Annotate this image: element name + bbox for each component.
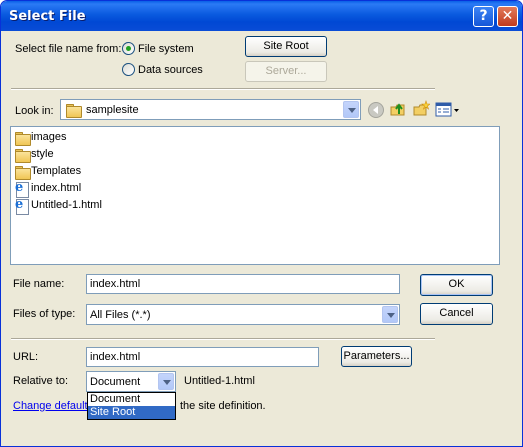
html-file-icon bbox=[14, 197, 30, 215]
url-label: URL: bbox=[13, 351, 39, 363]
select-from-label: Select file name from: bbox=[15, 43, 122, 55]
back-icon[interactable] bbox=[367, 101, 385, 119]
file-name: index.html bbox=[31, 182, 82, 194]
file-name: Templates bbox=[31, 165, 82, 177]
relative-to-dropdown[interactable]: Document bbox=[86, 371, 176, 392]
new-folder-icon[interactable] bbox=[412, 100, 430, 118]
data-sources-label[interactable]: Data sources bbox=[138, 64, 203, 76]
view-menu-icon[interactable] bbox=[435, 101, 461, 119]
parameters-button[interactable]: Parameters... bbox=[341, 346, 412, 367]
file-name-label: File name: bbox=[13, 278, 65, 290]
select-file-dialog: Select File ? ✕ Select file name from: F… bbox=[0, 0, 523, 447]
footer-text: the site definition. bbox=[180, 400, 266, 412]
files-of-type-dropdown[interactable]: All Files (*.*) bbox=[86, 304, 400, 325]
change-default-link[interactable]: Change default bbox=[13, 400, 88, 412]
folder-icon bbox=[14, 165, 31, 180]
separator bbox=[11, 338, 435, 340]
chevron-down-icon[interactable] bbox=[382, 306, 398, 323]
look-in-value: samplesite bbox=[86, 104, 139, 116]
separator bbox=[11, 88, 435, 90]
dialog-title: Select File bbox=[9, 9, 86, 24]
chevron-down-icon[interactable] bbox=[158, 373, 174, 390]
server-button[interactable]: Server... bbox=[245, 61, 327, 82]
document-name: Untitled-1.html bbox=[184, 375, 255, 387]
option-document[interactable]: Document bbox=[88, 393, 175, 406]
ok-button[interactable]: OK bbox=[420, 274, 493, 296]
site-root-button[interactable]: Site Root bbox=[245, 36, 327, 57]
file-system-radio[interactable] bbox=[122, 42, 135, 55]
relative-to-label: Relative to: bbox=[13, 375, 69, 387]
option-site-root[interactable]: Site Root bbox=[88, 406, 175, 419]
title-bar[interactable]: Select File ? ✕ bbox=[1, 1, 522, 31]
folder-icon bbox=[14, 131, 31, 146]
relative-to-options[interactable]: Document Site Root bbox=[87, 392, 176, 420]
file-list[interactable]: images style Templates index.html Untitl… bbox=[10, 126, 500, 265]
chevron-down-icon[interactable] bbox=[343, 101, 359, 118]
cancel-button[interactable]: Cancel bbox=[420, 303, 493, 325]
file-name: images bbox=[31, 131, 67, 143]
look-in-dropdown[interactable]: samplesite bbox=[60, 99, 361, 120]
up-folder-icon[interactable] bbox=[389, 100, 407, 118]
file-system-label[interactable]: File system bbox=[138, 43, 194, 55]
file-name-input[interactable]: index.html bbox=[86, 274, 400, 294]
files-of-type-value: All Files (*.*) bbox=[90, 309, 151, 321]
file-name: Untitled-1.html bbox=[31, 199, 102, 211]
files-of-type-label: Files of type: bbox=[13, 308, 76, 320]
look-in-label: Look in: bbox=[15, 105, 54, 117]
folder-icon bbox=[65, 103, 82, 118]
help-button[interactable]: ? bbox=[473, 6, 494, 27]
folder-icon bbox=[14, 148, 31, 163]
relative-to-value: Document bbox=[90, 376, 141, 388]
file-name: style bbox=[31, 148, 54, 160]
html-file-icon bbox=[14, 180, 30, 198]
url-input[interactable]: index.html bbox=[86, 347, 319, 367]
data-sources-radio[interactable] bbox=[122, 63, 135, 76]
close-button[interactable]: ✕ bbox=[497, 6, 518, 27]
